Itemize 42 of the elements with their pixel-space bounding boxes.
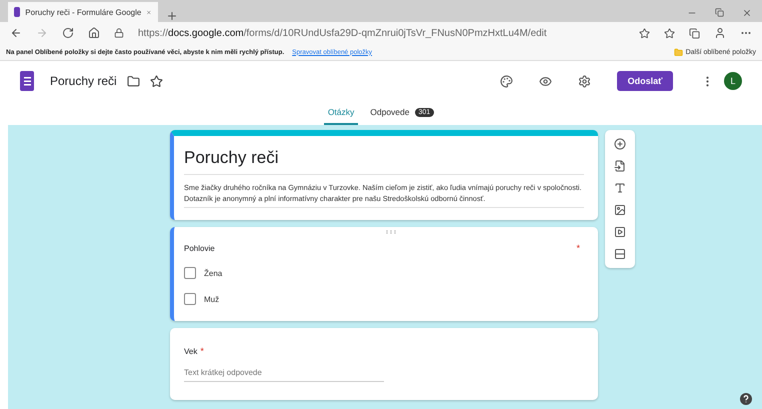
add-question-icon[interactable]: [614, 138, 626, 150]
new-tab-icon[interactable]: [166, 10, 178, 22]
collections-icon[interactable]: [689, 28, 700, 38]
star-icon[interactable]: [150, 74, 163, 88]
checkbox[interactable]: [184, 267, 196, 280]
forms-logo-icon[interactable]: [20, 71, 34, 91]
folder-icon[interactable]: [126, 74, 140, 88]
home-icon[interactable]: [88, 27, 100, 39]
question-card[interactable]: Pohlovie * Žena Muž: [170, 227, 598, 322]
close-icon[interactable]: [742, 8, 752, 18]
preview-icon[interactable]: [539, 74, 552, 88]
option-label: Žena: [204, 268, 222, 278]
video-icon[interactable]: [614, 226, 626, 238]
settings-icon[interactable]: [578, 74, 591, 88]
refresh-icon[interactable]: [62, 27, 74, 39]
palette-icon[interactable]: [500, 74, 513, 88]
form-name[interactable]: Poruchy reči: [50, 74, 117, 88]
question-title: Pohlovie: [184, 244, 215, 253]
title-icon[interactable]: [614, 182, 626, 194]
section-icon[interactable]: [614, 248, 626, 260]
avatar[interactable]: L: [724, 72, 742, 90]
required-mark: *: [200, 346, 204, 356]
forms-icon: [14, 7, 20, 17]
help-icon[interactable]: [740, 393, 752, 405]
back-icon[interactable]: [10, 27, 22, 39]
question-title: Vek: [184, 346, 198, 356]
profile-icon[interactable]: [714, 27, 726, 39]
lock-icon[interactable]: [114, 28, 124, 38]
checkbox[interactable]: [184, 293, 196, 306]
import-icon[interactable]: [614, 160, 626, 172]
close-icon[interactable]: [146, 8, 152, 16]
required-mark: *: [576, 243, 580, 254]
drag-handle-icon[interactable]: [386, 230, 396, 234]
favorites-icon[interactable]: [664, 28, 675, 38]
form-title[interactable]: Poruchy reči: [184, 148, 584, 175]
send-button[interactable]: Odoslať: [617, 71, 673, 91]
option-label: Muž: [204, 294, 220, 304]
restore-icon[interactable]: [715, 8, 724, 17]
star-icon[interactable]: [639, 28, 650, 38]
image-icon[interactable]: [614, 204, 626, 216]
question-card[interactable]: Vek * Text krátkej odpovede: [170, 328, 598, 400]
folder-icon: [674, 48, 683, 56]
